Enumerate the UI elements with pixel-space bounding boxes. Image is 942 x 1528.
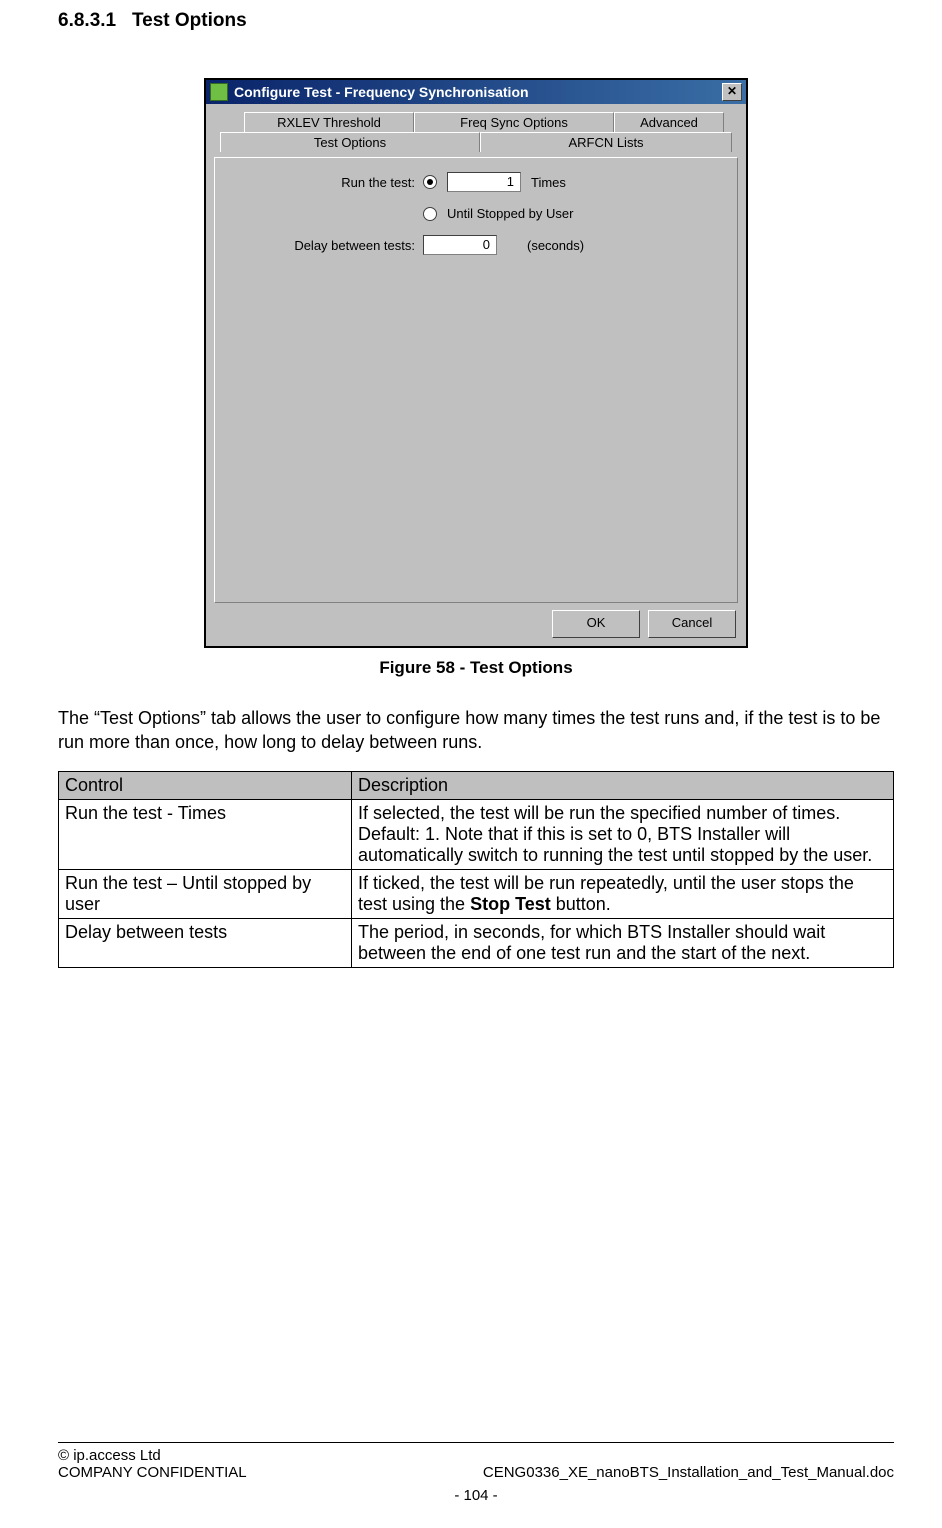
run-test-label: Run the test: — [225, 175, 423, 190]
close-icon: ✕ — [727, 84, 737, 98]
run-times-input[interactable]: 1 — [447, 172, 521, 192]
cell-description: If selected, the test will be run the sp… — [352, 799, 894, 869]
dialog-body: RXLEV Threshold Freq Sync Options Advanc… — [206, 104, 746, 646]
radio-dot-icon — [427, 179, 433, 185]
row-run-times: Run the test: 1 Times — [225, 172, 727, 192]
figure: Configure Test - Frequency Synchronisati… — [58, 78, 894, 678]
table-row: Run the test – Until stopped by user If … — [59, 869, 894, 918]
tab-panel-test-options: Run the test: 1 Times Until Stopped by U… — [214, 157, 738, 603]
header-control: Control — [59, 771, 352, 799]
config-dialog: Configure Test - Frequency Synchronisati… — [204, 78, 748, 648]
table-header-row: Control Description — [59, 771, 894, 799]
header-description: Description — [352, 771, 894, 799]
controls-table: Control Description Run the test - Times… — [58, 771, 894, 968]
cell-description: The period, in seconds, for which BTS In… — [352, 918, 894, 967]
table-row: Run the test - Times If selected, the te… — [59, 799, 894, 869]
dialog-title: Configure Test - Frequency Synchronisati… — [234, 84, 529, 100]
cell-control: Run the test – Until stopped by user — [59, 869, 352, 918]
tab-freq-sync-options[interactable]: Freq Sync Options — [414, 112, 614, 132]
cell-description: If ticked, the test will be run repeated… — [352, 869, 894, 918]
tab-test-options[interactable]: Test Options — [220, 132, 480, 152]
ok-button[interactable]: OK — [552, 610, 640, 638]
app-icon — [210, 83, 228, 101]
tab-arfcn-lists[interactable]: ARFCN Lists — [480, 132, 732, 152]
footer-copyright: © ip.access Ltd — [58, 1447, 894, 1464]
page-footer: © ip.access Ltd COMPANY CONFIDENTIAL CEN… — [58, 1442, 894, 1504]
section-number: 6.8.3.1 — [58, 10, 116, 31]
close-button[interactable]: ✕ — [722, 83, 742, 101]
figure-caption: Figure 58 - Test Options — [379, 658, 572, 678]
tabstrip: RXLEV Threshold Freq Sync Options Advanc… — [214, 112, 738, 158]
cancel-button[interactable]: Cancel — [648, 610, 736, 638]
tab-rxlev-threshold[interactable]: RXLEV Threshold — [244, 112, 414, 132]
cell-control: Run the test - Times — [59, 799, 352, 869]
footer-docname: CENG0336_XE_nanoBTS_Installation_and_Tes… — [483, 1464, 894, 1481]
radio-until-stopped[interactable] — [423, 207, 437, 221]
dialog-titlebar: Configure Test - Frequency Synchronisati… — [206, 80, 746, 104]
run-times-suffix: Times — [531, 175, 566, 190]
footer-confidential: COMPANY CONFIDENTIAL — [58, 1464, 247, 1481]
dialog-button-row: OK Cancel — [212, 604, 740, 640]
delay-suffix: (seconds) — [527, 238, 584, 253]
section-title: Test Options — [132, 10, 247, 31]
cell-control: Delay between tests — [59, 918, 352, 967]
radio-run-times[interactable] — [423, 175, 437, 189]
row-until-stopped: Until Stopped by User — [225, 206, 727, 221]
delay-input[interactable]: 0 — [423, 235, 497, 255]
until-stopped-label: Until Stopped by User — [447, 206, 573, 221]
intro-paragraph: The “Test Options” tab allows the user t… — [58, 706, 894, 755]
row-delay: Delay between tests: 0 (seconds) — [225, 235, 727, 255]
table-row: Delay between tests The period, in secon… — [59, 918, 894, 967]
footer-page-number: - 104 - — [58, 1487, 894, 1504]
delay-label: Delay between tests: — [225, 238, 423, 253]
section-heading: 6.8.3.1 Test Options — [58, 10, 894, 32]
tab-advanced[interactable]: Advanced — [614, 112, 724, 132]
